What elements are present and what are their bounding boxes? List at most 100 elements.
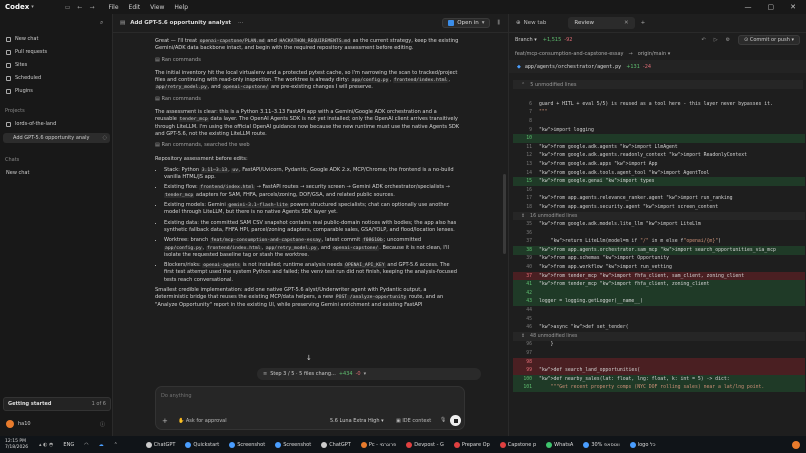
diff-line: 100 "kw">def nearby_sales(lat: float, lng… [513,375,805,384]
diff-line: 8 [513,117,805,126]
tray-icons[interactable]: ▴ ◐ ◓ [39,442,53,448]
sidebar-item-chat[interactable]: New chat [6,170,29,176]
diff-line: 96 } [513,341,805,350]
ide-context-toggle[interactable]: ▣ IDE context [396,418,431,424]
diff-line: 38 "kw">from app.agents.orchestrator.sam_… [513,246,805,255]
prompt-input[interactable] [161,393,451,399]
assessment-list: Stack: Python 3.11–3.13, uv, FastAPI/Uvi… [164,167,460,284]
sidebar-item-project-active[interactable]: Add GPT-5.6 opportunity analy ◌ [3,133,110,143]
taskbar-app[interactable]: WhatsA [546,441,573,448]
pin-icon[interactable]: ▷ [714,37,718,43]
unmodified-lines-toggle[interactable]: ⇕ 16 unmodified lines [513,211,805,221]
undo-icon[interactable]: ↶ [702,37,706,43]
getting-started-card[interactable]: Getting started 1 of 6 [3,397,111,411]
line-text: "kw">from google.adk.tools.agent_tool "k… [539,170,710,176]
line-number: 18 [526,204,532,210]
scroll-down-icon[interactable]: ↓ [306,354,312,362]
menu-view[interactable]: View [150,4,164,11]
approval-select[interactable]: ✋ Ask for approval [178,418,227,424]
taskbar-app[interactable]: Devpost - G [406,441,444,448]
sidebar-item-new-chat[interactable]: New chat [6,36,38,42]
chevron-down-icon[interactable]: ▾ [31,4,34,10]
settings-icon[interactable]: ⚙ [726,37,730,43]
branch-select[interactable]: Branch ▾ [515,37,537,43]
forward-icon[interactable]: → [89,4,94,11]
close-tab-icon[interactable]: ✕ [624,20,629,26]
expand-icon: ⇕ [521,213,526,219]
scrollbar[interactable] [503,174,506,254]
diff-line: 12 "kw">from google.adk.agents.readonly_c… [513,152,805,161]
taskbar-app[interactable]: ווטסאפ 30% [583,441,620,448]
taskbar-app[interactable]: Screenshot [229,441,265,448]
menu-edit[interactable]: Edit [129,4,141,11]
list-item: Existing flow: frontend/index.html → Fas… [164,184,460,199]
line-text: guard + HITL + eval 5/5) is reused as a … [539,101,773,107]
add-icon[interactable]: + [162,417,168,425]
taskbar-app[interactable]: Quickstart [185,441,219,448]
diff-line: 39 "kw">from app.schemas "kw">import Oppo… [513,255,805,264]
sidebar-item-plugins[interactable]: Plugins [6,88,33,94]
sidebar-toggle-icon[interactable]: ▭ [65,4,71,11]
line-text: "kw">from app.schemas "kw">import Opport… [539,256,669,262]
line-number: 14 [526,170,532,176]
taskbar-app[interactable]: Prepare Op [453,441,490,448]
getting-started-count: 1 of 6 [91,401,106,407]
sidebar-item-sites[interactable]: Sites [6,62,27,68]
notification-icon[interactable] [792,440,800,449]
language-indicator[interactable]: ENG [63,442,74,448]
ran-commands-toggle[interactable]: ▤ Ran commands [155,96,460,103]
mic-icon[interactable]: 🎙 [440,417,446,423]
line-number: 9 [529,127,532,133]
line-number: 39 [526,256,532,262]
cloud-icon[interactable]: ☁ [99,442,104,448]
more-icon[interactable]: ··· [238,20,243,26]
taskbar-app[interactable]: ChatGPT [145,441,175,448]
user-account[interactable]: ha10 [6,420,31,428]
clock[interactable]: 12:15 PM 7/18/2026 [5,439,35,450]
file-header[interactable]: ◆ app/agents/orchestrator/agent.py +131 … [509,60,806,73]
search-icon[interactable]: ⌕ [100,19,103,27]
model-select[interactable]: 5.6 Luna Extra High ▾ [330,418,384,424]
tab-new[interactable]: ⊕ New tab [516,20,546,26]
diff-line: 7 """ [513,109,805,118]
apps-icon[interactable]: ⌃ [114,442,118,448]
back-icon[interactable]: ← [77,4,82,11]
add-tab-icon[interactable]: + [641,20,646,26]
base-branch-select[interactable]: origin/main ▾ [638,51,671,57]
split-icon[interactable]: ⫼ [497,20,500,27]
taskbar-app[interactable]: Capstone p [499,441,536,448]
close-icon[interactable]: ✕ [790,3,796,11]
menu-help[interactable]: Help [174,4,188,11]
diff-line: 35 "kw">from google.adk.models.lite_llm "… [513,220,805,229]
line-number: 38 [526,247,532,253]
ran-commands-toggle[interactable]: ▤ Ran commands [155,57,460,64]
menu-file[interactable]: File [108,4,118,11]
thread-icon: ▤ [120,20,126,26]
progress-pill[interactable]: ≡ Step 3 / 5 · 5 files chang... +434 -0 … [257,368,481,380]
commit-push-button[interactable]: ⊙ Commit or push ▾ [738,35,800,45]
line-number: 42 [526,290,532,296]
sidebar-item-project-lords[interactable]: lords-of-the-land [6,121,56,127]
sidebar-item-scheduled[interactable]: Scheduled [6,75,41,81]
taskbar-app[interactable]: logo כל [629,441,655,448]
minimize-icon[interactable]: — [745,3,752,11]
line-text: "kw">async "kw">def set_tender( [539,325,629,331]
tab-review[interactable]: Review ✕ [568,17,635,29]
ran-commands-web-toggle[interactable]: ▤ Ran commands, searched the web [155,142,460,149]
unmodified-lines-toggle[interactable]: ⇕ 48 unmodified lines [513,332,805,341]
diff-line: 97 [513,349,805,358]
title-bar: Codex ▾ ▭ ← → File Edit View Help — ▢ ✕ [0,0,806,14]
sidebar-item-pull-requests[interactable]: Pull requests [6,49,47,55]
taskbar-app[interactable]: Pc - פרוגרמי [360,441,396,448]
taskbar-app[interactable]: ChatGPT [321,441,351,448]
network-icon[interactable]: ◠ [84,442,88,448]
list-item: Blockers/risks: openai-agents is not ins… [164,262,460,284]
line-text: "kw">from tender_mcp "kw">import fhfa_cl… [539,273,745,279]
app-name[interactable]: Codex [5,3,29,11]
taskbar-app[interactable]: Screenshot [275,441,311,448]
stop-button[interactable] [450,415,461,426]
help-icon[interactable]: ⓘ [100,421,105,428]
unmodified-lines-toggle[interactable]: ⌃ 5 unmodified lines [513,80,803,89]
maximize-icon[interactable]: ▢ [768,3,775,11]
open-in-button[interactable]: Open in ▾ [442,18,491,28]
